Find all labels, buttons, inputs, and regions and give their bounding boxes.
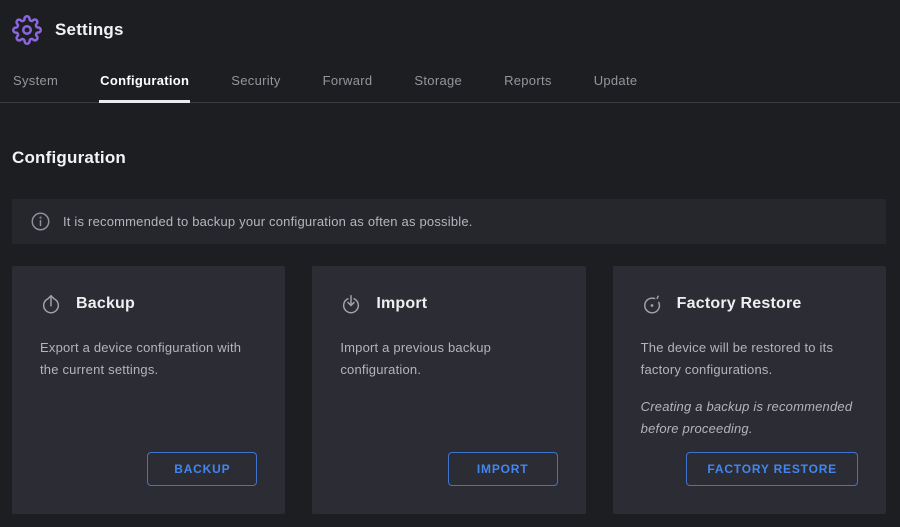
page-title: Configuration [12, 148, 900, 168]
card-warning-note: Creating a backup is recommended before … [641, 396, 858, 441]
banner-text: It is recommended to backup your configu… [63, 214, 473, 229]
factory-restore-card: Factory Restore The device will be resto… [613, 266, 886, 514]
restore-timer-icon [641, 292, 663, 316]
backup-button[interactable]: BACKUP [147, 452, 257, 486]
card-title: Backup [76, 295, 135, 313]
backup-card: Backup Export a device configuration wit… [12, 266, 285, 514]
card-description: Import a previous backup configuration. [340, 337, 557, 382]
card-title: Factory Restore [677, 295, 802, 313]
card-description: The device will be restored to its facto… [641, 337, 858, 382]
upload-arrow-icon [40, 292, 62, 316]
factory-restore-button[interactable]: FACTORY RESTORE [686, 452, 858, 486]
settings-gear-icon [12, 15, 42, 45]
tab-forward[interactable]: Forward [322, 65, 374, 103]
settings-tabbar: System Configuration Security Forward St… [0, 65, 900, 103]
import-card: Import Import a previous backup configur… [312, 266, 585, 514]
download-arrow-icon [340, 292, 362, 316]
tab-storage[interactable]: Storage [413, 65, 463, 103]
tab-configuration[interactable]: Configuration [99, 65, 190, 103]
import-button[interactable]: IMPORT [448, 452, 558, 486]
info-icon [30, 211, 51, 232]
card-title: Import [376, 295, 427, 313]
card-description: Export a device configuration with the c… [40, 337, 257, 382]
backup-recommendation-banner: It is recommended to backup your configu… [12, 199, 886, 244]
tab-update[interactable]: Update [593, 65, 639, 103]
tab-system[interactable]: System [12, 65, 59, 103]
app-title: Settings [55, 20, 124, 40]
app-header: Settings [0, 0, 900, 48]
configuration-cards: Backup Export a device configuration wit… [12, 266, 886, 514]
tab-security[interactable]: Security [230, 65, 281, 103]
tab-reports[interactable]: Reports [503, 65, 553, 103]
